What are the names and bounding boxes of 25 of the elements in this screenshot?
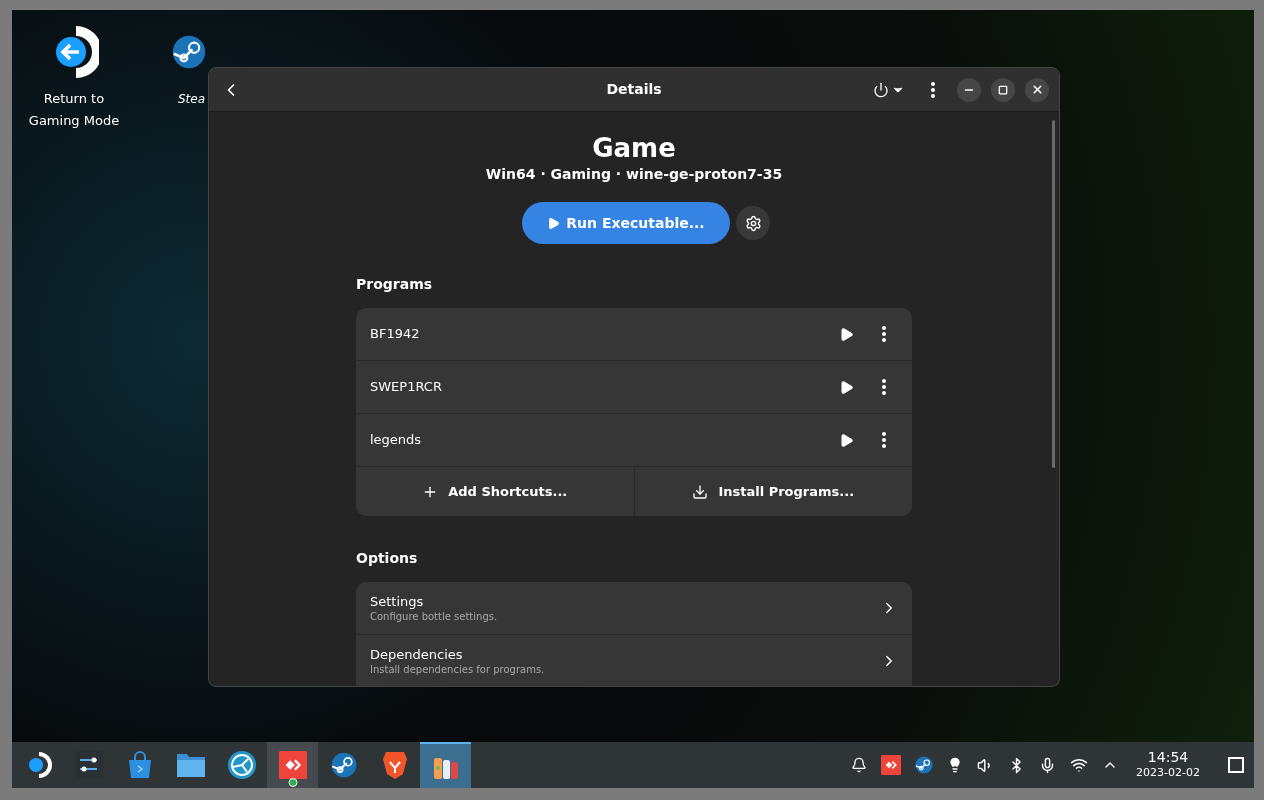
clock-date: 2023-02-02 (1136, 765, 1200, 780)
program-row[interactable]: BF1942 (356, 308, 912, 361)
program-name: SWEP1RCR (370, 378, 442, 397)
program-row[interactable]: SWEP1RCR (356, 361, 912, 414)
option-title: Dependencies (370, 645, 464, 663)
option-row[interactable]: Settings Configure bottle settings. (356, 582, 912, 635)
desktop-icon-label[interactable]: Return to Gaming Mode (28, 88, 120, 132)
install-programs-button[interactable]: Install Programs... (634, 467, 912, 516)
section-heading: Options (356, 549, 418, 568)
window-title: Details (606, 80, 662, 99)
desktop-icon-label[interactable]: Stea (178, 88, 206, 110)
bottle-name: Game (592, 132, 676, 164)
option-subtitle: Install dependencies for programs. (370, 662, 545, 677)
bottle-subtitle: Win64 · Gaming · wine-ge-proton7-35 (485, 165, 783, 184)
clock-time: 14:54 (1147, 750, 1189, 765)
add-shortcuts-button[interactable]: Add Shortcuts... (356, 467, 635, 516)
run-executable-button[interactable]: Run Executable... (522, 202, 730, 244)
program-name: legends (370, 431, 422, 450)
option-subtitle: Configure bottle settings. (370, 609, 498, 624)
option-title: Settings (370, 592, 425, 610)
clock[interactable]: 14:54 2023-02-02 (1136, 750, 1200, 780)
program-row[interactable]: legends (356, 414, 912, 467)
option-row[interactable]: Dependencies Install dependencies for programs. (356, 635, 912, 686)
program-name: BF1942 (370, 325, 420, 344)
section-heading: Programs (356, 275, 433, 294)
